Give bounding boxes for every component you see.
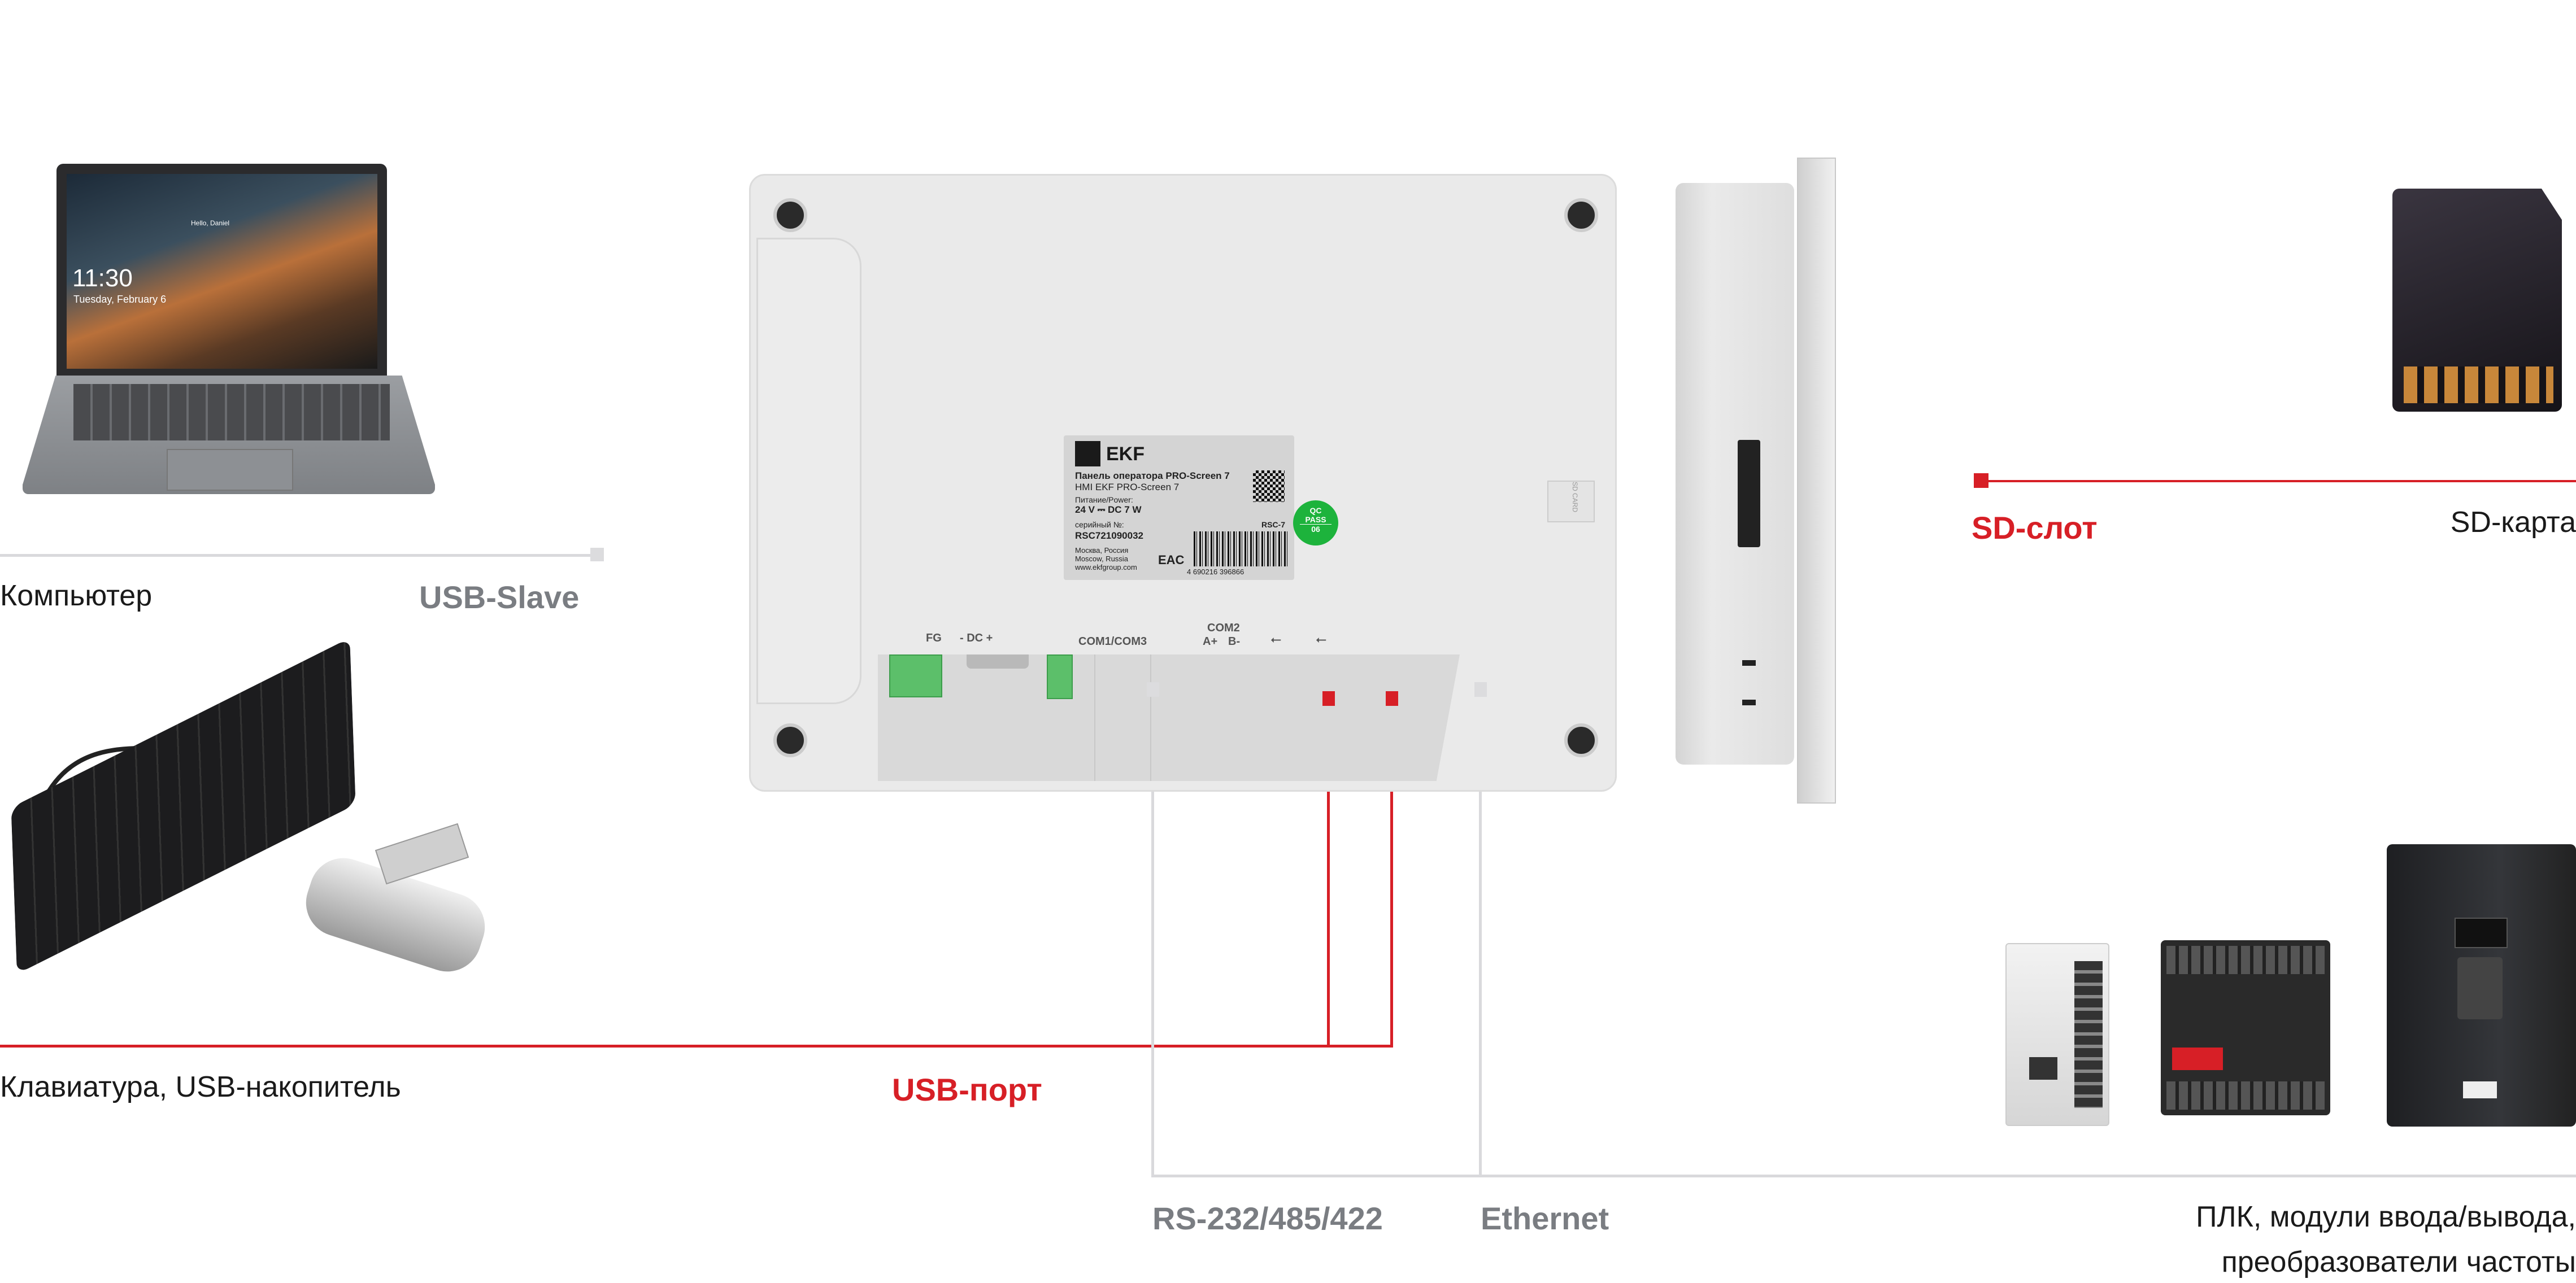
greeting-text: Hello, Daniel xyxy=(191,219,230,227)
com2-terminal-block xyxy=(1047,654,1073,699)
rs-label: RS-232/485/422 xyxy=(1152,1201,1383,1236)
barcode xyxy=(1194,531,1289,566)
label-title-en: HMI EKF PRO-Screen 7 xyxy=(1075,482,1180,492)
sd-card-marking-text: SD CARD xyxy=(1571,481,1579,513)
usb-flash-drive-image xyxy=(294,823,503,981)
usb-port-slot-divider xyxy=(1094,654,1095,781)
usb-port-marker-1 xyxy=(1322,691,1335,706)
flash-connector xyxy=(375,823,469,885)
sd-line-end xyxy=(1974,473,1988,488)
qc-text: QC xyxy=(1309,506,1322,515)
ports-recess xyxy=(878,654,1460,781)
qc-pass-sticker: QC PASS 06 xyxy=(1293,500,1338,546)
label-brand: EKF xyxy=(1106,443,1145,465)
db9-connector xyxy=(967,654,1029,669)
ethernet-label: Ethernet xyxy=(1481,1201,1609,1236)
io-module-ethernet-port xyxy=(2029,1057,2057,1080)
side-vent xyxy=(1742,660,1756,666)
laptop-image: Hello, Daniel 11:30 Tuesday, February 6 xyxy=(23,164,435,497)
screw-bottom-right xyxy=(1564,723,1598,757)
dc-label: - DC + xyxy=(960,632,993,644)
label-serial: RSC721090032 xyxy=(1075,530,1143,541)
plc-terminals-bottom xyxy=(2166,1081,2325,1110)
screw-bottom-left xyxy=(773,723,807,757)
fg-label: FG xyxy=(926,632,942,644)
ethernet-port-marker xyxy=(1474,682,1487,697)
com2-a-label: A+ xyxy=(1203,635,1218,648)
bus-line-horizontal xyxy=(1151,1175,2576,1177)
panel-back-view: SD CARD EKF Панель оператора PRO-Screen … xyxy=(749,174,1617,792)
com2-b-label: B- xyxy=(1228,635,1241,648)
sd-line xyxy=(1979,480,2576,482)
qc-pass-text: PASS xyxy=(1300,515,1331,525)
sd-card-label: SD-карта xyxy=(2450,506,2576,539)
screw-top-left xyxy=(773,198,807,232)
io-module-terminals xyxy=(2074,961,2103,1108)
usb-slave-label: USB-Slave xyxy=(419,579,580,615)
date-text: Tuesday, February 6 xyxy=(73,294,167,305)
usb-port-slot-divider xyxy=(1150,654,1151,781)
side-bezel xyxy=(1797,158,1836,804)
panel-side-cover xyxy=(756,238,861,704)
label-city-ru: Москва, Россия xyxy=(1075,546,1129,555)
plc-label-2: преобразователи частоты xyxy=(2221,1246,2576,1278)
sd-slot-label: SD-слот xyxy=(1972,510,2098,546)
usb-icon: ⭠ xyxy=(1316,632,1327,647)
converter-keypad xyxy=(2457,957,2503,1019)
laptop-touchpad xyxy=(167,449,293,491)
clock-text: 11:30 xyxy=(72,264,133,292)
computer-line-end xyxy=(590,548,604,561)
usb-icon: ⭠ xyxy=(1270,632,1282,647)
panel-side-view xyxy=(1676,158,1837,804)
computer-label: Компьютер xyxy=(0,579,153,612)
usb-port-label: USB-порт xyxy=(892,1072,1042,1107)
frequency-converter-image xyxy=(2387,844,2576,1127)
qr-code xyxy=(1253,470,1285,502)
converter-display xyxy=(2455,918,2508,948)
label-city-en: Moscow, Russia xyxy=(1075,555,1128,563)
eac-mark: EAC xyxy=(1158,553,1185,567)
label-website: www.ekfgroup.com xyxy=(1075,563,1137,571)
label-model: RSC-7 xyxy=(1261,520,1286,529)
label-serial-label: серийный №: xyxy=(1075,520,1124,529)
power-terminal-block xyxy=(889,654,942,697)
label-power-label: Питание/Power: xyxy=(1075,495,1133,504)
label-title-ru: Панель оператора PRO-Screen 7 xyxy=(1075,470,1230,481)
ekf-logo xyxy=(1075,441,1100,466)
sd-card-contacts xyxy=(2404,366,2553,403)
usb-port-marker-2 xyxy=(1386,691,1398,706)
com13-label: COM1/COM3 xyxy=(1078,635,1147,648)
sd-slot-opening xyxy=(1738,440,1760,547)
plc-terminals-top xyxy=(2166,946,2325,974)
qc-number: 06 xyxy=(1311,525,1320,534)
com2-label: COM2 xyxy=(1207,622,1240,634)
plc-logo-panel xyxy=(2172,1048,2223,1070)
barcode-number: 4 690216 396866 xyxy=(1187,568,1245,576)
side-housing xyxy=(1676,183,1794,765)
screw-top-right xyxy=(1564,198,1598,232)
plc-label-1: ПЛК, модули ввода/вывода, xyxy=(2196,1201,2576,1233)
label-power-value: 24 V ⎓ DC 7 W xyxy=(1075,504,1142,515)
keyboard-usb-label: Клавиатура, USB-накопитель xyxy=(0,1071,401,1103)
sd-card-slot-marking: SD CARD xyxy=(1547,481,1595,522)
usb-line-horizontal xyxy=(0,1045,1393,1048)
sd-card-image xyxy=(2392,189,2562,412)
converter-warning-sticker xyxy=(2463,1081,2497,1098)
side-vent xyxy=(1742,700,1756,705)
laptop-keyboard xyxy=(73,384,390,440)
computer-line xyxy=(0,554,599,557)
plc-image xyxy=(2161,940,2330,1115)
serial-port-marker xyxy=(1147,682,1159,697)
io-module-image xyxy=(2005,943,2109,1126)
laptop-screen: Hello, Daniel 11:30 Tuesday, February 6 xyxy=(67,174,377,369)
product-label: EKF Панель оператора PRO-Screen 7 HMI EK… xyxy=(1064,435,1294,580)
